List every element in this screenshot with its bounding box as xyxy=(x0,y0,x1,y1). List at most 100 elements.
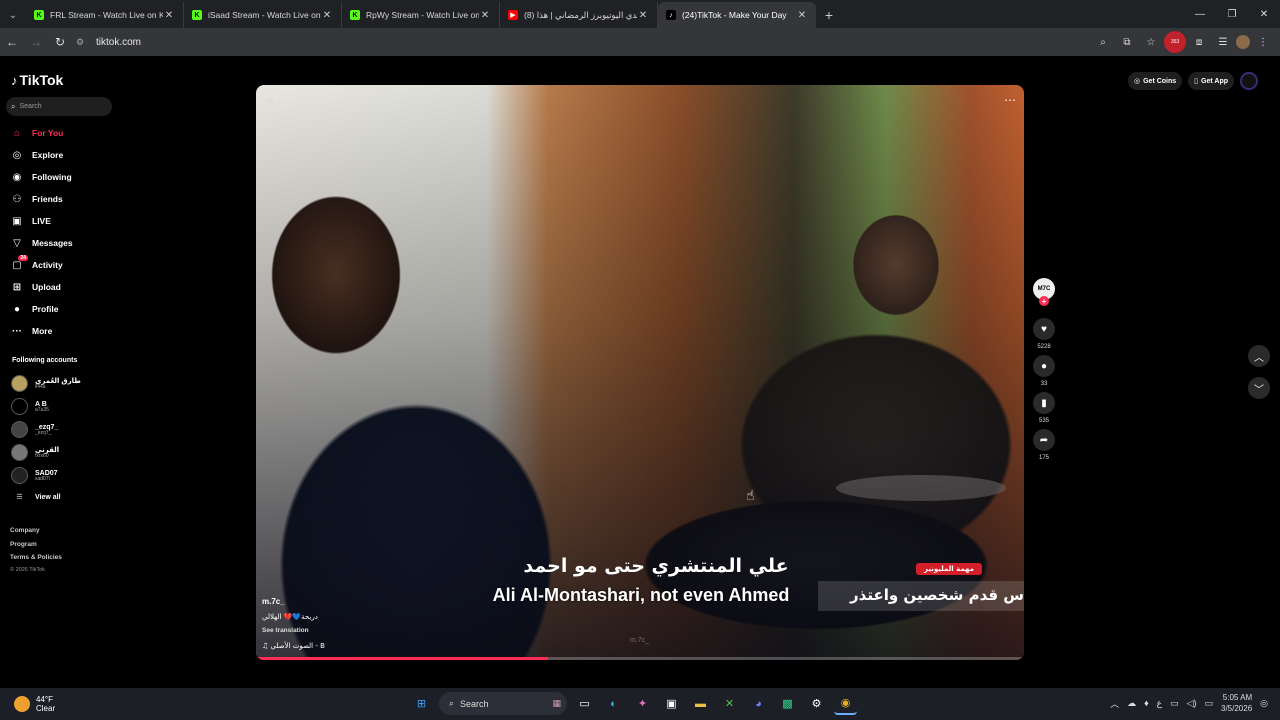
sidebar-item-live[interactable]: ▣ LIVE xyxy=(10,210,73,232)
language-icon[interactable]: ع xyxy=(1157,698,1162,709)
tiktok-logo[interactable]: ♪ TikTok xyxy=(11,72,63,88)
like-heart-icon[interactable]: ♥ xyxy=(1033,318,1055,340)
tab-close-icon[interactable]: ✕ xyxy=(479,10,491,21)
browser-profile-avatar[interactable] xyxy=(1236,35,1250,49)
sidebar-item-activity[interactable]: ▢ 24 Activity xyxy=(10,254,73,276)
get-coins-button[interactable]: ◎ Get Coins xyxy=(1128,72,1183,90)
get-coins-label: Get Coins xyxy=(1143,77,1177,85)
tab-close-icon[interactable]: ✕ xyxy=(796,10,808,21)
chrome-icon[interactable]: ◉ xyxy=(834,692,857,715)
video-music[interactable]: ♫ الصوت الأصلي - B xyxy=(262,642,325,650)
tray-chevron-icon[interactable]: ︿ xyxy=(1110,697,1119,710)
video-watermark: m.7c_ xyxy=(630,637,650,644)
like-count: 5228 xyxy=(1037,344,1051,350)
footer-company-link[interactable]: Company xyxy=(10,524,62,538)
footer-terms-link[interactable]: Terms & Policies xyxy=(10,551,62,564)
see-translation-link[interactable]: See translation xyxy=(262,627,309,634)
sidebar-item-profile[interactable]: ● Profile xyxy=(10,298,73,320)
following-account[interactable]: طارق العُمري ll44a xyxy=(11,372,81,395)
new-tab-button[interactable]: + xyxy=(816,2,842,28)
following-account[interactable]: SAD07 sad07l xyxy=(11,464,81,487)
forward-icon[interactable]: → xyxy=(24,30,48,54)
file-explorer-icon[interactable]: ▬ xyxy=(689,692,712,715)
tab-close-icon[interactable]: ✕ xyxy=(637,10,649,21)
video-player[interactable]: ◀ ⋯ علي المنتشري حتى مو احمد Ali Al-Mont… xyxy=(256,85,1024,660)
volume-icon[interactable]: ◀ xyxy=(266,95,276,105)
minimize-icon[interactable]: — xyxy=(1184,0,1216,28)
clock[interactable]: 5:05 AM 3/5/2026 xyxy=(1221,692,1252,714)
following-account[interactable]: القرني fxrs60 xyxy=(11,441,81,464)
footer-program-link[interactable]: Program xyxy=(10,538,62,552)
view-all-button[interactable]: ☰ View all xyxy=(11,487,81,507)
task-view-icon[interactable]: ▭ xyxy=(573,692,596,715)
extensions-icon[interactable]: ⧈ xyxy=(1188,31,1210,53)
following-icon: ◉ xyxy=(10,170,24,184)
onedrive-icon[interactable]: ☁ xyxy=(1127,698,1136,709)
video-more-icon[interactable]: ⋯ xyxy=(1004,93,1016,107)
creator-avatar[interactable]: M7C + xyxy=(1033,278,1055,306)
tab-close-icon[interactable]: ✕ xyxy=(163,10,175,21)
coin-icon: ◎ xyxy=(1134,78,1141,85)
network-icon[interactable]: ▭ xyxy=(1170,698,1179,709)
edge-icon[interactable]: ◐ xyxy=(602,692,625,715)
sidebar-item-friends[interactable]: ⚇ Friends xyxy=(10,188,73,210)
chevron-up-icon[interactable]: ︿ xyxy=(1248,345,1270,367)
game-app-icon[interactable]: ▩ xyxy=(776,692,799,715)
extension-badge-icon[interactable]: 353 xyxy=(1164,31,1186,53)
comment-icon[interactable]: ● xyxy=(1033,355,1055,377)
xbox-icon[interactable]: ✕ xyxy=(718,692,741,715)
copilot-icon[interactable]: ✦ xyxy=(631,692,654,715)
browser-tab[interactable]: K FRL Stream - Watch Live on Kick ✕ xyxy=(26,2,184,28)
taskbar-search-icon: ⌕ xyxy=(449,698,455,708)
sidebar-item-messages[interactable]: ▽ Messages xyxy=(10,232,73,254)
site-info-icon[interactable]: ⚙ xyxy=(76,37,90,48)
get-app-button[interactable]: ▯ Get App xyxy=(1188,72,1234,90)
sidebar-item-for-you[interactable]: ⌂ For You xyxy=(10,122,73,144)
follow-plus-icon[interactable]: + xyxy=(1039,296,1049,306)
sidebar-item-upload[interactable]: ⊞ Upload xyxy=(10,276,73,298)
browser-tab[interactable]: ♪ (24)TikTok - Make Your Day ✕ xyxy=(658,2,816,28)
discord-icon[interactable]: ◕ xyxy=(747,692,770,715)
tab-search-button[interactable]: ⌄ xyxy=(0,2,26,28)
video-progress-bar[interactable] xyxy=(256,657,1024,660)
user-avatar[interactable] xyxy=(1240,72,1258,90)
install-app-icon[interactable]: ⧉ xyxy=(1116,31,1138,53)
more-icon: ··· xyxy=(10,324,24,338)
maximize-icon[interactable]: ❐ xyxy=(1216,0,1248,28)
weather-condition: Clear xyxy=(36,704,56,713)
reload-icon[interactable]: ↻ xyxy=(48,30,72,54)
share-icon[interactable]: ➦ xyxy=(1033,429,1055,451)
tab-close-icon[interactable]: ✕ xyxy=(321,10,333,21)
windows-start-icon[interactable]: ⊞ xyxy=(410,692,433,715)
following-account[interactable]: A Ba7a35 xyxy=(11,395,81,418)
close-window-icon[interactable]: ✕ xyxy=(1248,0,1280,28)
bookmark-star-icon[interactable]: ☆ xyxy=(1140,31,1162,53)
reading-list-icon[interactable]: ☰ xyxy=(1212,31,1234,53)
weather-widget[interactable]: 44°F Clear xyxy=(14,695,55,713)
mic-icon[interactable]: ♦ xyxy=(1144,698,1149,708)
taskbar-search[interactable]: ⌕ Search ▦ xyxy=(439,692,567,715)
chevron-down-icon[interactable]: ﹀ xyxy=(1248,377,1270,399)
sidebar-item-following[interactable]: ◉ Following xyxy=(10,166,73,188)
avatar xyxy=(11,467,28,484)
video-author[interactable]: m.7c_ xyxy=(262,597,285,606)
browser-tab[interactable]: ▶ (8) تحدي اليوتيوبرز الرمضاني | هذا ✕ xyxy=(500,2,658,28)
settings-app-icon[interactable]: ⚙ xyxy=(805,692,828,715)
browser-tab[interactable]: KiSaad Stream - Watch Live on Kick✕ xyxy=(184,2,342,28)
menu-glyph: ◉ xyxy=(12,171,22,183)
search-input[interactable]: ⌕ Search xyxy=(6,97,112,116)
browser-tab[interactable]: K RpWy Stream - Watch Live on Kick✕ xyxy=(342,2,500,28)
back-icon[interactable]: ← xyxy=(0,30,24,54)
notifications-icon[interactable]: ◎ xyxy=(1260,698,1268,709)
menu-glyph: ··· xyxy=(12,325,22,337)
bookmark-icon[interactable]: ▮ xyxy=(1033,392,1055,414)
sidebar-item-explore[interactable]: ◎ Explore xyxy=(10,144,73,166)
speaker-icon[interactable]: ◁) xyxy=(1187,698,1197,709)
battery-icon[interactable]: ▭ xyxy=(1204,698,1213,709)
sidebar-item-more[interactable]: ··· More xyxy=(10,320,73,342)
store-icon[interactable]: ▣ xyxy=(660,692,683,715)
zoom-icon[interactable]: ⌕ xyxy=(1092,31,1114,53)
address-bar[interactable]: ⚙ tiktok.com xyxy=(76,31,1084,53)
browser-menu-icon[interactable]: ⋮ xyxy=(1252,31,1274,53)
following-account[interactable]: _ezq7_ _ezq7_ xyxy=(11,418,81,441)
